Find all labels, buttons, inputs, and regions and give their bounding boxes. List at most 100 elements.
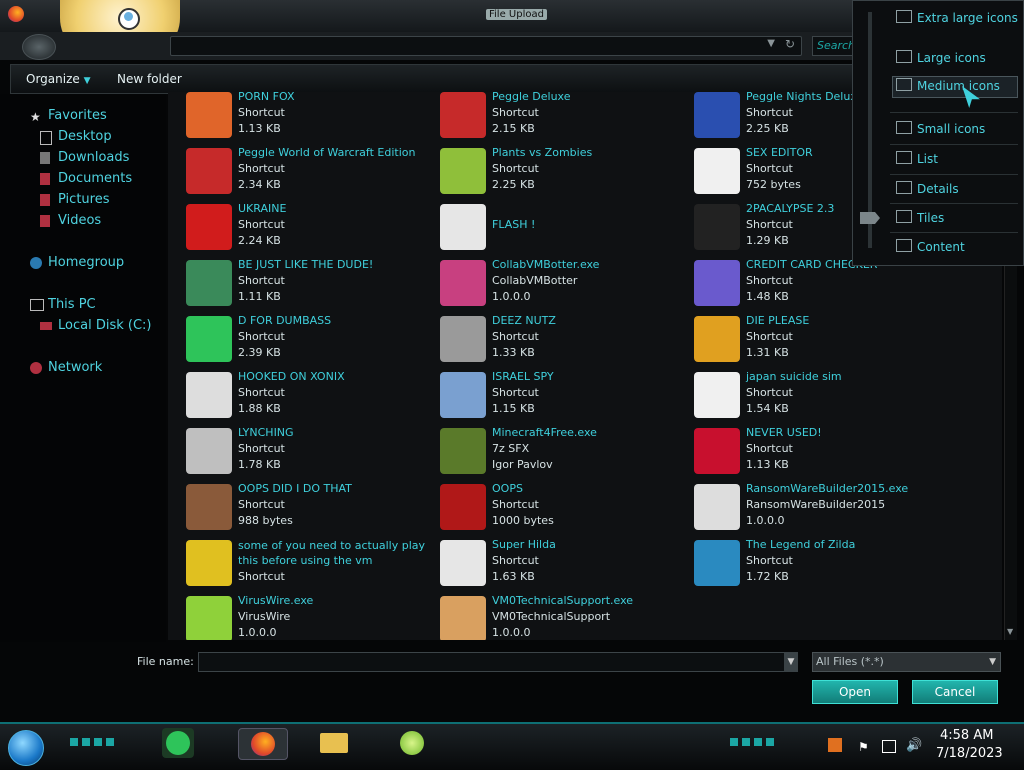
file-item[interactable]: VirusWire.exe VirusWire 1.0.0.0 [186, 592, 436, 640]
chat-icon [186, 316, 232, 362]
file-size: 1.0.0.0 [746, 514, 785, 527]
file-size: 988 bytes [238, 514, 293, 527]
chevron-down-icon: ▼ [83, 76, 91, 86]
address-bar[interactable]: ▼ ↻ [170, 36, 802, 56]
file-item[interactable]: D FOR DUMBASS Shortcut 2.39 KB [186, 312, 436, 368]
taskbar-chat-app[interactable] [162, 728, 194, 758]
network-icon [440, 372, 486, 418]
file-item[interactable]: ISRAEL SPY Shortcut 1.15 KB [440, 368, 690, 424]
file-item[interactable]: some of you need to actually play this b… [186, 536, 436, 592]
view-option-tiles[interactable]: Tiles [896, 210, 944, 225]
action-center-flag-icon[interactable]: ⚑ [858, 740, 869, 754]
file-size: 1.15 KB [492, 402, 535, 415]
file-type: Shortcut [746, 386, 793, 399]
new-folder-button[interactable]: New folder [117, 72, 182, 86]
chevron-down-icon: ▼ [989, 657, 996, 667]
taskbar-viruswire[interactable] [396, 728, 428, 758]
view-option-content[interactable]: Content [896, 239, 965, 254]
open-button[interactable]: Open [812, 680, 898, 704]
taskbar-decor-left [70, 738, 114, 746]
file-name: BE JUST LIKE THE DUDE! [238, 258, 374, 271]
start-orb-icon[interactable] [8, 730, 44, 766]
view-option-large-icons[interactable]: Large icons [896, 50, 986, 65]
file-item[interactable]: PORN FOX Shortcut 1.13 KB [186, 92, 436, 144]
file-type: Shortcut [238, 274, 285, 287]
file-name-input[interactable] [198, 652, 798, 672]
file-name: RansomWareBuilder2015.exe [746, 482, 909, 495]
file-type: Shortcut [746, 330, 793, 343]
back-forward-orb-icon[interactable] [22, 34, 56, 60]
credit-card-icon [694, 260, 740, 306]
file-type: Shortcut [238, 106, 285, 119]
file-type: Shortcut [492, 498, 539, 511]
file-name-dropdown-button[interactable]: ▼ [784, 652, 798, 672]
file-size: 1.78 KB [238, 458, 281, 471]
file-item[interactable]: OOPS DID I DO THAT Shortcut 988 bytes [186, 480, 436, 536]
file-size: 2.39 KB [238, 346, 281, 359]
file-size: 1.0.0.0 [492, 290, 531, 303]
pixel-hero-icon [694, 540, 740, 586]
file-item[interactable]: Peggle World of Warcraft Edition Shortcut… [186, 144, 436, 200]
file-size: 2.25 KB [746, 122, 789, 135]
file-item[interactable]: OOPS Shortcut 1000 bytes [440, 480, 690, 536]
view-option-extra-large-icons[interactable]: Extra large icons [896, 10, 1018, 25]
file-item[interactable]: VM0TechnicalSupport.exe VM0TechnicalSuppo… [440, 592, 690, 640]
hard-drive-icon [40, 322, 52, 330]
homegroup-icon [30, 257, 42, 269]
support-person-icon [440, 596, 486, 640]
file-type: Shortcut [746, 218, 793, 231]
file-item[interactable]: DIE PLEASE Shortcut 1.31 KB [694, 312, 944, 368]
clock-date[interactable]: 7/18/2023 [936, 746, 1003, 761]
file-item[interactable]: BE JUST LIKE THE DUDE! Shortcut 1.11 KB [186, 256, 436, 312]
file-item[interactable]: NEVER USED! Shortcut 1.13 KB [694, 424, 944, 480]
volume-icon[interactable]: 🔊 [906, 738, 922, 753]
file-size: 2.34 KB [238, 178, 281, 191]
clock-time[interactable]: 4:58 AM [940, 728, 993, 743]
cancel-button[interactable]: Cancel [912, 680, 998, 704]
file-size: Igor Pavlov [492, 458, 553, 471]
folder-icon [320, 733, 348, 753]
small-icons-icon [896, 121, 912, 134]
file-item[interactable]: japan suicide sim Shortcut 1.54 KB [694, 368, 944, 424]
refresh-icon[interactable]: ↻ [785, 37, 795, 51]
chevron-down-icon[interactable]: ▼ [767, 38, 775, 49]
view-option-details[interactable]: Details [896, 181, 959, 196]
view-menu-divider [890, 144, 1018, 145]
file-item[interactable]: UKRAINE Shortcut 2.24 KB [186, 200, 436, 256]
network-tray-icon[interactable] [882, 740, 896, 753]
file-type: Shortcut [238, 442, 285, 455]
sidebar-item-label: Homegroup [48, 255, 125, 270]
file-size: 1.31 KB [746, 346, 789, 359]
file-item[interactable]: HOOKED ON XONIX Shortcut 1.88 KB [186, 368, 436, 424]
file-item[interactable]: Super Hilda Shortcut 1.63 KB [440, 536, 690, 592]
file-type: Shortcut [492, 554, 539, 567]
pictures-icon [40, 194, 50, 206]
file-item[interactable]: DEEZ NUTZ Shortcut 1.33 KB [440, 312, 690, 368]
scroll-down-arrow-icon[interactable]: ▼ [1007, 627, 1013, 636]
taskbar-file-explorer[interactable] [318, 728, 350, 758]
view-option-list[interactable]: List [896, 151, 938, 166]
file-name: NEVER USED! [746, 426, 822, 439]
tray-app-icon[interactable] [828, 738, 842, 752]
file-item[interactable]: Minecraft4Free.exe 7z SFX Igor Pavlov [440, 424, 690, 480]
file-item[interactable]: LYNCHING Shortcut 1.78 KB [186, 424, 436, 480]
file-type: CollabVMBotter [492, 274, 578, 287]
view-option-medium-icons[interactable]: Medium icons [896, 78, 1000, 93]
file-item[interactable]: The Legend of Zilda Shortcut 1.72 KB [694, 536, 944, 592]
taskbar-firefox[interactable] [238, 728, 288, 760]
sidebar-item-label: This PC [48, 297, 96, 312]
view-option-small-icons[interactable]: Small icons [896, 121, 985, 136]
file-item[interactable]: FLASH ! [440, 200, 690, 256]
file-item[interactable]: Plants vs Zombies Shortcut 2.25 KB [440, 144, 690, 200]
file-size: 1.63 KB [492, 570, 535, 583]
file-item[interactable]: CollabVMBotter.exe CollabVMBotter 1.0.0.0 [440, 256, 690, 312]
file-item[interactable]: Peggle Deluxe Shortcut 2.15 KB [440, 92, 690, 144]
file-type: Shortcut [238, 162, 285, 175]
organize-button[interactable]: Organize ▼ [26, 72, 91, 86]
file-name: SEX EDITOR [746, 146, 813, 159]
computer-icon [30, 299, 44, 311]
file-type-select[interactable]: All Files (*.*) ▼ [812, 652, 1001, 672]
file-item[interactable]: RansomWareBuilder2015.exe RansomWareBuild… [694, 480, 944, 536]
navigation-pane: ★ Favorites Desktop Downloads Documents … [0, 94, 166, 642]
noose-icon [186, 428, 232, 474]
